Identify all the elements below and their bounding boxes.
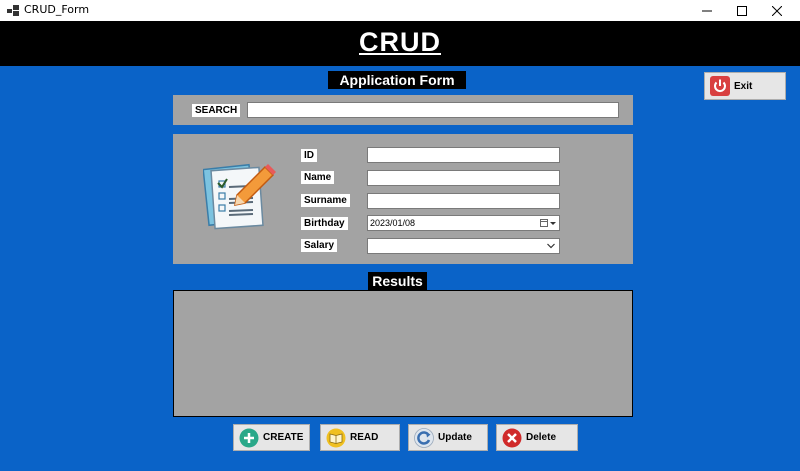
salary-select[interactable] <box>367 238 560 254</box>
update-button[interactable]: Update <box>408 424 488 451</box>
app-icon <box>7 5 19 16</box>
page-title: CRUD <box>359 27 441 57</box>
window-titlebar: CRUD_Form <box>0 0 800 21</box>
birthday-value: 2023/01/08 <box>370 218 416 228</box>
birthday-label: Birthday <box>301 217 348 230</box>
calendar-dropdown-icon[interactable] <box>540 219 556 228</box>
delete-x-icon <box>502 428 522 447</box>
close-icon <box>772 5 782 16</box>
id-input[interactable] <box>367 147 560 163</box>
plus-icon <box>239 428 259 447</box>
chevron-down-icon <box>547 243 555 249</box>
search-input[interactable] <box>247 102 619 118</box>
read-button[interactable]: READ <box>320 424 400 451</box>
id-label: ID <box>301 149 317 162</box>
name-input[interactable] <box>367 170 560 186</box>
update-label: Update <box>438 432 472 443</box>
results-heading: Results <box>368 272 427 290</box>
form-panel: ID Name Surname Birthday 2023/01/08 Sala… <box>173 134 633 264</box>
power-icon <box>710 76 730 96</box>
create-button[interactable]: CREATE <box>233 424 310 451</box>
application-form-heading: Application Form <box>328 71 466 89</box>
surname-input[interactable] <box>367 193 560 209</box>
search-label: SEARCH <box>192 104 241 117</box>
minimize-icon <box>702 10 712 11</box>
window-title: CRUD_Form <box>24 3 90 16</box>
surname-label: Surname <box>301 194 350 207</box>
header-banner: CRUD <box>0 21 800 66</box>
form-document-icon <box>203 163 276 230</box>
book-icon <box>326 428 346 447</box>
search-panel: SEARCH <box>173 95 633 125</box>
delete-button[interactable]: Delete <box>496 424 578 451</box>
read-label: READ <box>350 432 379 443</box>
exit-label: Exit <box>734 80 753 92</box>
results-grid[interactable] <box>173 290 633 417</box>
name-label: Name <box>301 171 335 184</box>
refresh-icon <box>414 427 434 448</box>
salary-label: Salary <box>301 239 338 252</box>
exit-button[interactable]: Exit <box>704 72 786 100</box>
close-button[interactable] <box>754 0 800 21</box>
maximize-icon <box>737 5 747 16</box>
delete-label: Delete <box>526 432 557 443</box>
create-label: CREATE <box>263 432 304 443</box>
birthday-datepicker[interactable]: 2023/01/08 <box>367 215 560 231</box>
